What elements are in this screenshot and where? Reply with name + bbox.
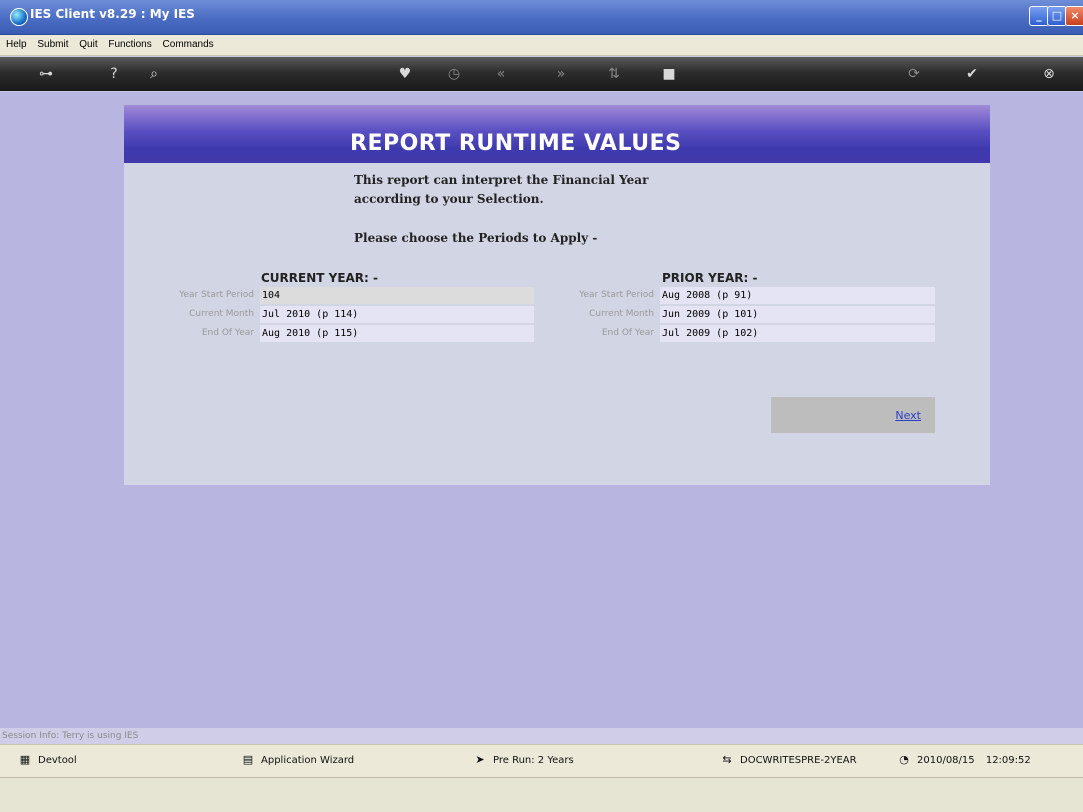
datetime-item: ◔ 2010/08/15 12:09:52 xyxy=(897,753,1031,767)
close-button[interactable]: × xyxy=(1065,6,1083,26)
time-label: 12:09:52 xyxy=(985,755,1031,766)
intro-line-2: according to your Selection. xyxy=(354,192,544,206)
menu-submit[interactable]: Submit xyxy=(33,35,72,50)
prior-month-label: Current Month xyxy=(589,309,654,319)
instruction-text: Please choose the Periods to Apply - xyxy=(354,231,598,245)
devtool-label: Devtool xyxy=(38,755,77,766)
wizard-label: Application Wizard xyxy=(261,755,355,766)
session-info: Session Info: Terry is using IES xyxy=(0,728,1083,744)
current-month-field[interactable]: Jul 2010 (p 114) xyxy=(260,306,534,323)
menu-functions[interactable]: Functions xyxy=(104,35,155,50)
report-panel: REPORT RUNTIME VALUES This report can in… xyxy=(124,105,990,485)
title-bar: IES Client v8.29 : My IES _ □ × xyxy=(0,0,1083,35)
ok-icon[interactable]: ✔ xyxy=(963,65,981,83)
report-icon: ⇆ xyxy=(722,753,732,766)
menu-help[interactable]: Help xyxy=(2,35,31,50)
cancel-icon[interactable]: ⊗ xyxy=(1040,65,1058,83)
current-year-start-label: Year Start Period xyxy=(179,290,254,300)
status-bar: ▦ Devtool ▤ Application Wizard ➤ Pre Run: 2… xyxy=(0,744,1083,777)
clock-status-icon: ◔ xyxy=(899,753,909,766)
pre-run-label: Pre Run: 2 Years xyxy=(493,755,574,766)
prior-year-heading: PRIOR YEAR: - xyxy=(662,271,758,285)
clock-icon[interactable]: ◷ xyxy=(445,65,463,83)
minimize-button[interactable]: _ xyxy=(1029,6,1049,26)
current-year-start-field[interactable]: 104 xyxy=(260,287,534,304)
pre-run-item[interactable]: ➤ Pre Run: 2 Years xyxy=(473,753,574,767)
rewind-icon[interactable]: « xyxy=(492,65,510,83)
prior-month-field[interactable]: Jun 2009 (p 101) xyxy=(660,306,935,323)
bottom-strip xyxy=(0,777,1083,812)
flow-icon[interactable]: ⇅ xyxy=(605,65,623,83)
help-icon[interactable]: ? xyxy=(105,65,123,83)
application-wizard-item[interactable]: ▤ Application Wizard xyxy=(241,753,355,767)
key-icon[interactable]: ⊶ xyxy=(34,65,58,83)
prior-end-of-year-label: End Of Year xyxy=(601,328,654,338)
toolbar: ⊶ ? ⌕ ♥ ◷ « » ⇅ ■ ⟳ ✔ ⊗ xyxy=(0,57,1083,91)
intro-line-1: This report can interpret the Financial … xyxy=(354,173,649,187)
pre-run-icon: ➤ xyxy=(475,753,485,766)
search-icon[interactable]: ⌕ xyxy=(145,65,163,83)
fast-forward-icon[interactable]: » xyxy=(552,65,570,83)
current-end-of-year-label: End Of Year xyxy=(201,328,254,338)
panel-header: REPORT RUNTIME VALUES xyxy=(124,105,990,163)
wizard-icon: ▤ xyxy=(242,753,254,766)
report-code-item[interactable]: ⇆ DOCWRITESPRE-2YEAR xyxy=(720,753,857,767)
current-year-heading: CURRENT YEAR: - xyxy=(261,271,379,285)
menu-bar: Help Submit Quit Functions Commands xyxy=(0,35,1083,56)
window-title: IES Client v8.29 : My IES xyxy=(30,7,195,21)
page-title: REPORT RUNTIME VALUES xyxy=(350,131,682,156)
refresh-icon[interactable]: ⟳ xyxy=(905,65,923,83)
devtool-icon: ▦ xyxy=(19,753,31,766)
current-end-of-year-field[interactable]: Aug 2010 (p 115) xyxy=(260,325,534,342)
next-link[interactable]: Next xyxy=(895,409,921,422)
prior-year-start-field[interactable]: Aug 2008 (p 91) xyxy=(660,287,935,304)
current-month-label: Current Month xyxy=(189,309,254,319)
report-code-label: DOCWRITESPRE-2YEAR xyxy=(740,755,857,766)
app-window: IES Client v8.29 : My IES _ □ × Help Sub… xyxy=(0,0,1083,812)
maximize-button[interactable]: □ xyxy=(1047,6,1067,26)
next-button-area: Next xyxy=(771,397,935,433)
menu-commands[interactable]: Commands xyxy=(159,35,218,50)
devtool-item[interactable]: ▦ Devtool xyxy=(18,753,77,767)
prior-end-of-year-field[interactable]: Jul 2009 (p 102) xyxy=(660,325,935,342)
app-globe-icon xyxy=(10,8,28,26)
date-label: 2010/08/15 xyxy=(917,755,975,766)
stop-icon[interactable]: ■ xyxy=(660,65,678,83)
prior-year-start-label: Year Start Period xyxy=(579,290,654,300)
main-content: REPORT RUNTIME VALUES This report can in… xyxy=(0,92,1083,728)
heart-icon[interactable]: ♥ xyxy=(396,65,414,83)
menu-quit[interactable]: Quit xyxy=(75,35,101,50)
